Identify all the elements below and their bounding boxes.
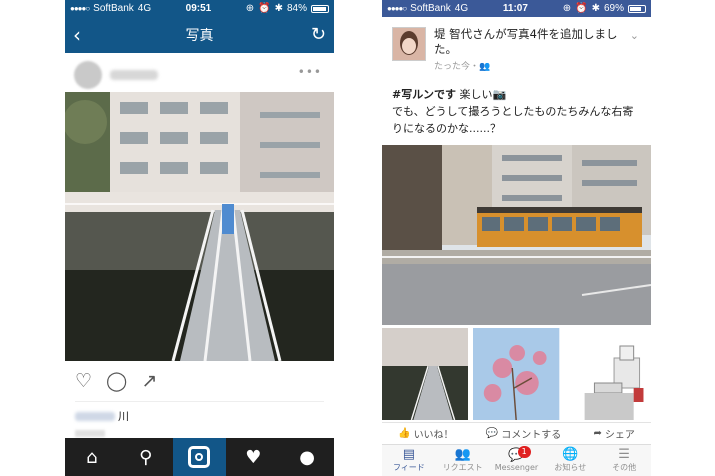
globe-icon: 🌐	[562, 447, 579, 462]
signal-icon: ●●●●○	[70, 4, 90, 13]
network: 4G	[454, 3, 469, 14]
post-actions: ♡ ◯ ↗	[65, 361, 334, 401]
username-blurred[interactable]	[110, 70, 158, 80]
thumbnail-blossom[interactable]	[473, 328, 560, 420]
post-text-line1: 楽しい	[456, 88, 493, 101]
tram-photo-image	[382, 145, 651, 325]
notification-badge: 1	[517, 446, 531, 458]
home-icon: ⌂	[86, 446, 98, 468]
tab-notifications[interactable]: 🌐 お知らせ	[543, 445, 597, 476]
comment-label: コメントする	[501, 430, 562, 441]
avatar[interactable]	[74, 61, 102, 89]
tab-camera[interactable]	[172, 438, 227, 476]
hashtag[interactable]: #写ルンです	[392, 88, 456, 101]
comment-button[interactable]: 💬 コメントする	[486, 426, 561, 441]
menu-icon: ☰	[618, 447, 630, 462]
battery-icon	[627, 4, 646, 13]
tab-requests-label: リクエスト	[442, 463, 483, 472]
status-bar: ●●●●○ SoftBank 4G 09:51 ⊕ ⏰ ✱ 84%	[65, 0, 334, 17]
tab-messenger[interactable]: 💬 1 Messenger	[490, 445, 544, 476]
robot-thumbnail-image	[564, 328, 651, 420]
like-label: いいね！	[413, 430, 454, 441]
friends-privacy-icon: 👥	[479, 62, 491, 72]
tab-more[interactable]: ☰ その他	[597, 445, 651, 476]
activity-icon: ♥	[245, 446, 262, 468]
battery-icon	[311, 4, 329, 13]
bluetooth-icon: ✱	[274, 3, 283, 14]
lock-rotation-icon: ⊕	[245, 3, 255, 14]
post-header: 堤 智代さんが写真4件を追加しました。 たった今・👥 ⌄	[392, 27, 641, 72]
lock-rotation-icon: ⊕	[562, 3, 572, 14]
bottom-tab-bar: ▤ フィード 👥 リクエスト 💬 1 Messenger 🌐 お知らせ ☰ その他	[382, 444, 651, 476]
profile-icon: ●	[299, 446, 315, 468]
caption-row: 川	[65, 402, 334, 424]
post-text-line2: でも、どうして撮ろうとしたものたちみんな右寄りになるのかな......？	[392, 105, 634, 135]
clock: 09:51	[185, 3, 212, 14]
post-time-blurred	[75, 430, 105, 437]
author-line[interactable]: 堤 智代さんが写真4件を追加しました。	[434, 27, 634, 57]
feed-icon: ▤	[402, 447, 416, 462]
camera-emoji-icon: 📷	[492, 88, 507, 101]
camera-icon	[188, 446, 211, 468]
tab-profile[interactable]: ●	[280, 438, 334, 476]
bridge-thumbnail-image	[382, 328, 469, 420]
search-icon: ⚲	[139, 446, 153, 468]
carrier: SoftBank	[93, 3, 134, 14]
post-actions: 👍 いいね！ 💬 コメントする ➦ シェア	[382, 422, 651, 444]
share-button[interactable]: ➦ シェア	[593, 426, 634, 441]
tab-search[interactable]: ⚲	[119, 438, 173, 476]
heart-icon[interactable]: ♡	[75, 370, 92, 392]
blossom-thumbnail-image	[473, 328, 560, 420]
more-options-icon[interactable]: •••	[298, 65, 322, 79]
tab-requests[interactable]: 👥 リクエスト	[436, 445, 490, 476]
thumbnail-robot[interactable]	[564, 328, 651, 420]
carrier: SoftBank	[410, 3, 451, 14]
caption: 川	[118, 410, 129, 423]
post-text: #写ルンです 楽しい📷 でも、どうして撮ろうとしたものたちみんな右寄りになるのか…	[392, 86, 641, 137]
timestamp[interactable]: たった今・	[434, 62, 479, 72]
post: 堤 智代さんが写真4件を追加しました。 たった今・👥 ⌄ #写ルンです 楽しい📷…	[382, 17, 651, 420]
clock: 11:07	[502, 3, 528, 14]
avatar[interactable]	[392, 27, 426, 61]
tab-messenger-label: Messenger	[494, 463, 539, 472]
facebook-screen: ●●●●○ SoftBank 4G 11:07 ⊕ ⏰ ✱ 69% 堤 智代さん…	[382, 0, 651, 476]
tab-activity[interactable]: ♥	[226, 438, 280, 476]
thumbs-up-icon: 👍	[398, 428, 411, 439]
instagram-screen: ●●●●○ SoftBank 4G 09:51 ⊕ ⏰ ✱ 84% ‹ 写真 ↻…	[65, 0, 334, 476]
tab-feed-label: フィード	[392, 463, 425, 472]
battery-percent: 84%	[286, 3, 307, 14]
share-label: シェア	[604, 430, 635, 441]
post-photo[interactable]	[65, 92, 334, 361]
tab-home[interactable]: ⌂	[65, 438, 119, 476]
tab-more-label: その他	[612, 463, 637, 472]
page-title: 写真	[185, 28, 214, 44]
bottom-tab-bar: ⌂ ⚲ ♥ ●	[65, 438, 334, 476]
thumbnail-bridge[interactable]	[382, 328, 469, 420]
alarm-icon: ⏰	[258, 3, 271, 14]
bridge-photo-image	[65, 92, 334, 361]
bluetooth-icon: ✱	[591, 3, 600, 14]
post-header: •••	[65, 53, 334, 97]
alarm-icon: ⏰	[575, 3, 588, 14]
status-bar: ●●●●○ SoftBank 4G 11:07 ⊕ ⏰ ✱ 69%	[382, 0, 651, 17]
nav-bar: ‹ 写真 ↻	[65, 17, 334, 53]
network: 4G	[137, 3, 152, 14]
share-icon[interactable]: ↗	[141, 370, 157, 392]
friends-icon: 👥	[454, 447, 471, 462]
chevron-left-icon[interactable]: ‹	[73, 23, 81, 47]
tab-feed[interactable]: ▤ フィード	[382, 445, 436, 476]
comment-icon[interactable]: ◯	[106, 370, 127, 392]
battery-percent: 69%	[603, 3, 624, 14]
refresh-icon[interactable]: ↻	[311, 24, 326, 45]
like-button[interactable]: 👍 いいね！	[398, 426, 453, 441]
username-blurred[interactable]	[75, 411, 115, 421]
chevron-down-icon[interactable]: ⌄	[630, 29, 639, 42]
comment-icon: 💬	[485, 428, 499, 439]
tab-notifications-label: お知らせ	[554, 463, 587, 472]
signal-icon: ●●●●○	[387, 4, 407, 13]
share-icon: ➦	[593, 428, 602, 439]
post-thumbnail-row	[382, 328, 651, 420]
post-main-photo[interactable]	[382, 145, 651, 325]
